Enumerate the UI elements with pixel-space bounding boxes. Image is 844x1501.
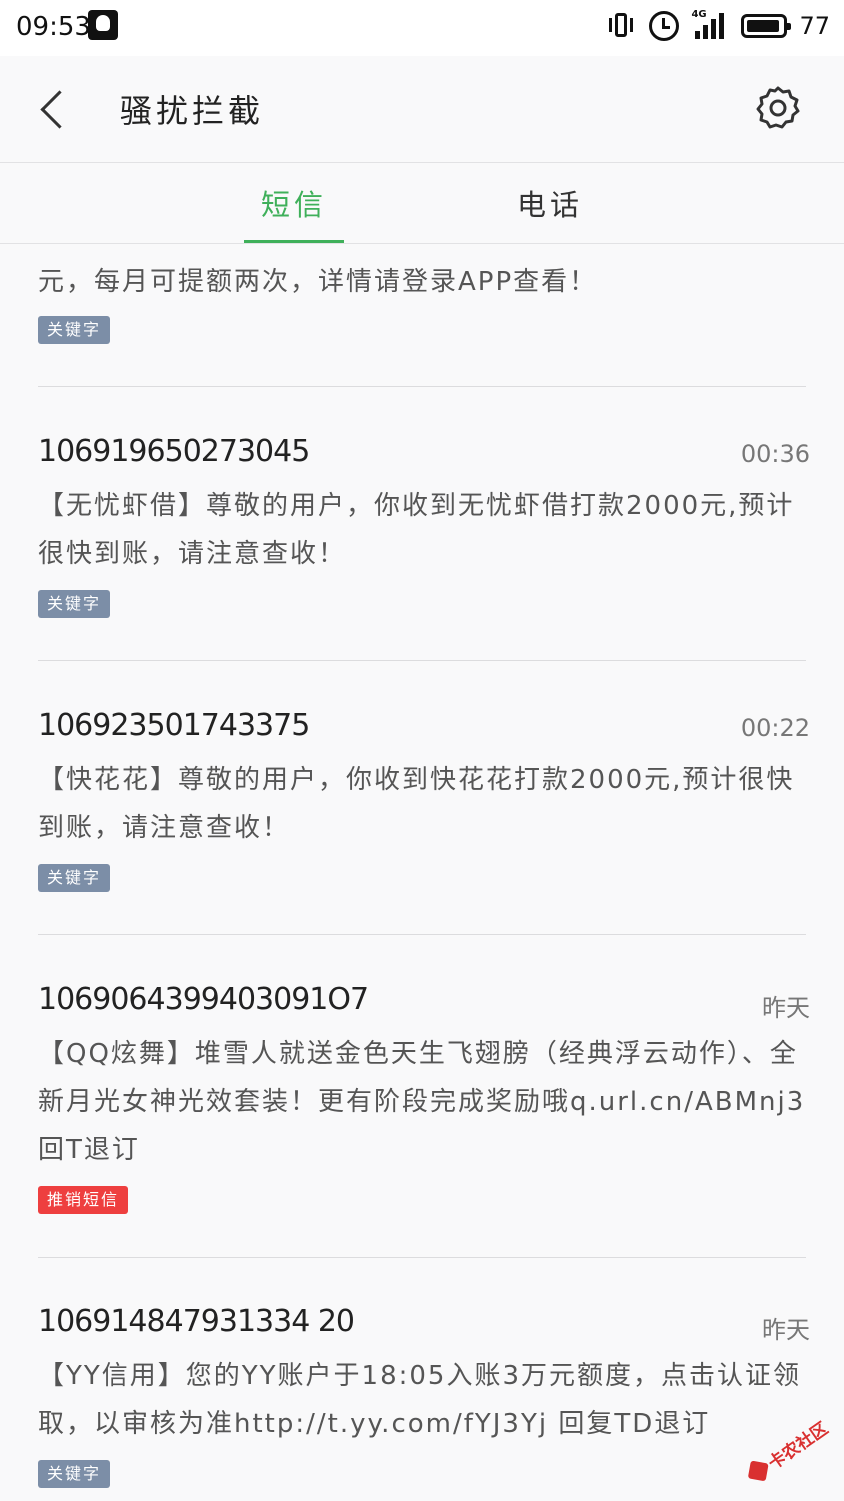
divider [38, 386, 806, 387]
page-title: 骚扰拦截 [120, 92, 265, 130]
settings-button[interactable] [754, 84, 802, 132]
vibrate-icon [607, 11, 637, 41]
sender-number: 106914847931334 20 [38, 1304, 355, 1339]
keyword-tag: 关键字 [38, 316, 111, 344]
divider [38, 660, 806, 661]
alarm-icon [649, 11, 680, 41]
message-time: 昨天 [762, 1316, 810, 1344]
message-time: 00:36 [740, 440, 810, 468]
sender-number: 106923501743375 [38, 708, 310, 743]
sender-number: 1069064399403091O7 [38, 982, 369, 1017]
keyword-tag: 关键字 [38, 1460, 111, 1488]
message-time: 00:22 [740, 714, 810, 742]
gear-icon [756, 86, 800, 129]
watermark-logo-icon [747, 1460, 769, 1482]
sender-number: 106919650273045 [38, 434, 310, 469]
divider [38, 934, 806, 935]
app-bar: 骚扰拦截 [0, 56, 844, 163]
qq-icon [88, 10, 118, 40]
battery-icon [741, 14, 792, 38]
keyword-tag: 关键字 [38, 590, 111, 618]
divider [38, 1257, 806, 1258]
message-list[interactable]: 元，每月可提额两次，详情请登录APP查看！ 关键字 10691965027304… [0, 244, 844, 1500]
tab-sms[interactable]: 短信 [244, 163, 344, 243]
promo-tag: 推销短信 [38, 1186, 129, 1214]
tab-calls[interactable]: 电话 [500, 163, 600, 243]
network-type: 4G [691, 9, 707, 20]
message-body: 【快花花】尊敬的用户，你收到快花花打款2000元,预计很快到账，请注意查收！ [38, 765, 795, 843]
battery-level: 77 [799, 12, 830, 40]
tab-bar: 短信 电话 [0, 163, 844, 244]
status-time: 09:53 [16, 12, 91, 42]
message-body: 【QQ炫舞】堆雪人就送金色天生飞翅膀（经典浮云动作）、全新月光女神光效套装！更有… [38, 1039, 806, 1165]
message-time: 昨天 [762, 994, 810, 1022]
status-bar: 09:53 4G 77 [0, 0, 844, 56]
status-icons: 4G 77 [607, 8, 830, 44]
back-button[interactable] [34, 86, 74, 132]
keyword-tag: 关键字 [38, 864, 111, 892]
message-body: 【YY信用】您的YY账户于18:05入账3万元额度，点击认证领取，以审核为准ht… [38, 1361, 801, 1439]
message-body: 元，每月可提额两次，详情请登录APP查看！ [38, 267, 598, 297]
message-body: 【无忧虾借】尊敬的用户，你收到无忧虾借打款2000元,预计很快到账，请注意查收！ [38, 491, 795, 569]
signal-icon: 4G [691, 9, 729, 41]
